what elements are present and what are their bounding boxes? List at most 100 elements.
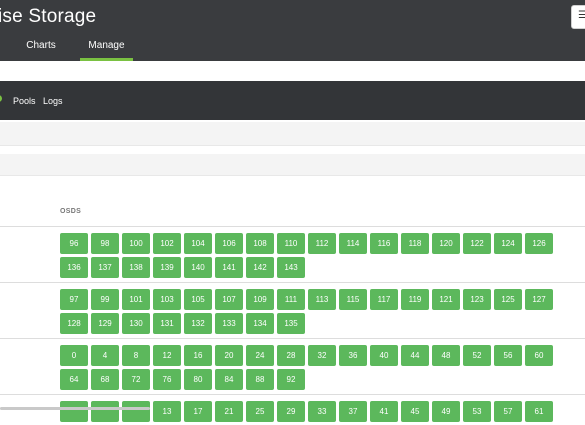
osd-button[interactable]: 36 [339, 345, 367, 366]
osd-button[interactable]: 142 [246, 257, 274, 278]
osd-button[interactable]: 109 [246, 289, 274, 310]
osd-button[interactable]: 118 [401, 233, 429, 254]
osd-button[interactable]: 97 [60, 289, 88, 310]
osd-button[interactable]: 126 [525, 233, 553, 254]
osd-button[interactable]: 114 [339, 233, 367, 254]
tab-manage[interactable]: Manage [80, 40, 133, 58]
osd-button[interactable]: 117 [370, 289, 398, 310]
osd-button[interactable]: 103 [153, 289, 181, 310]
osd-button[interactable]: 32 [308, 345, 336, 366]
top-navbar: ise Storage Charts Manage ☰ [0, 0, 585, 61]
osd-button[interactable]: 129 [91, 313, 119, 334]
osd-button[interactable]: 0 [60, 345, 88, 366]
osd-group: 13 17 21 25 29 33 37 41 45 49 53 57 61 [60, 401, 585, 425]
osd-button[interactable]: 84 [215, 369, 243, 390]
osd-button[interactable]: 136 [60, 257, 88, 278]
osd-button[interactable]: 116 [370, 233, 398, 254]
osd-button[interactable]: 137 [91, 257, 119, 278]
osd-button[interactable]: 133 [215, 313, 243, 334]
osd-button[interactable]: 134 [246, 313, 274, 334]
osd-button[interactable]: 76 [153, 369, 181, 390]
osd-button[interactable]: 127 [525, 289, 553, 310]
osd-button[interactable]: 112 [308, 233, 336, 254]
osd-button[interactable]: 128 [60, 313, 88, 334]
osd-button[interactable]: 132 [184, 313, 212, 334]
osd-button[interactable]: 135 [277, 313, 305, 334]
osd-button[interactable]: 131 [153, 313, 181, 334]
sub-navbar [0, 81, 585, 120]
active-tab-indicator [80, 58, 133, 61]
osd-button[interactable]: 102 [153, 233, 181, 254]
list-icon: ☰ [578, 10, 585, 21]
osd-button[interactable]: 99 [91, 289, 119, 310]
row-divider [0, 226, 585, 227]
osd-button[interactable]: 143 [277, 257, 305, 278]
osd-line: 97 99 101 103 105 107 109 111 113 115 117 119 121 123… [60, 289, 585, 310]
osd-button[interactable]: 106 [215, 233, 243, 254]
tab-charts[interactable]: Charts [20, 40, 62, 58]
menu-button[interactable]: ☰ [571, 5, 585, 29]
osd-button[interactable]: 64 [60, 369, 88, 390]
osd-button[interactable]: 16 [184, 345, 212, 366]
row-divider [0, 338, 585, 339]
osd-button[interactable]: 115 [339, 289, 367, 310]
osd-button[interactable]: 98 [91, 233, 119, 254]
osd-button[interactable]: 107 [215, 289, 243, 310]
subnav-pools[interactable]: Pools [13, 96, 36, 106]
osd-button[interactable]: 44 [401, 345, 429, 366]
osd-button[interactable]: 100 [122, 233, 150, 254]
osd-line: 96 98 100 102 104 106 108 110 112 114 116 118 120 122… [60, 233, 585, 254]
osd-button[interactable]: 72 [122, 369, 150, 390]
osd-button[interactable]: 20 [215, 345, 243, 366]
osd-button[interactable]: 96 [60, 233, 88, 254]
osd-button[interactable]: 108 [246, 233, 274, 254]
osd-button[interactable]: 48 [432, 345, 460, 366]
osd-button[interactable]: 130 [122, 313, 150, 334]
osd-button[interactable]: 124 [494, 233, 522, 254]
osd-button[interactable]: 122 [463, 233, 491, 254]
osd-button[interactable]: 12 [153, 345, 181, 366]
osd-button[interactable]: 8 [122, 345, 150, 366]
osd-button[interactable]: 80 [184, 369, 212, 390]
app-title: ise Storage [0, 6, 97, 27]
osd-button[interactable]: 105 [184, 289, 212, 310]
osd-button[interactable]: 68 [91, 369, 119, 390]
osd-button[interactable]: 119 [401, 289, 429, 310]
osd-button[interactable]: 121 [432, 289, 460, 310]
osd-button[interactable]: 40 [370, 345, 398, 366]
osd-button[interactable]: 101 [122, 289, 150, 310]
row-divider [0, 282, 585, 283]
osd-button[interactable]: 56 [494, 345, 522, 366]
osd-button[interactable]: 123 [463, 289, 491, 310]
osd-button[interactable]: 111 [277, 289, 305, 310]
osd-button[interactable]: 141 [215, 257, 243, 278]
osd-button[interactable]: 24 [246, 345, 274, 366]
subnav-logs[interactable]: Logs [43, 96, 63, 106]
osd-button[interactable]: 110 [277, 233, 305, 254]
osd-line: 136 137 138 139 140 141 142 143 [60, 257, 585, 278]
osd-button[interactable]: 28 [277, 345, 305, 366]
osd-line: 64 68 72 76 80 84 88 92 [60, 369, 585, 390]
row-divider [0, 394, 585, 395]
osd-button[interactable]: 140 [184, 257, 212, 278]
osd-button[interactable]: 88 [246, 369, 274, 390]
osd-button[interactable]: 113 [308, 289, 336, 310]
osd-button[interactable]: 60 [525, 345, 553, 366]
osd-group: 0 4 8 12 16 20 24 28 32 36 40 44 48 52 56 60 64 68 72 76 80 8… [60, 345, 585, 393]
osd-button[interactable]: 125 [494, 289, 522, 310]
horizontal-scrollbar[interactable] [0, 407, 150, 410]
osd-button[interactable]: 120 [432, 233, 460, 254]
osd-group: 97 99 101 103 105 107 109 111 113 115 117 119 121 123… [60, 289, 585, 337]
osd-button[interactable]: 139 [153, 257, 181, 278]
panel-subheader-strip [0, 154, 585, 176]
osd-button[interactable]: 104 [184, 233, 212, 254]
osd-group: 96 98 100 102 104 106 108 110 112 114 116 118 120 122… [60, 233, 585, 281]
osd-button[interactable]: 4 [91, 345, 119, 366]
panel-header-strip [0, 122, 585, 146]
osds-column-header: OSDS [60, 208, 82, 215]
osd-line: 128 129 130 131 132 133 134 135 [60, 313, 585, 334]
osd-button[interactable]: 52 [463, 345, 491, 366]
osd-line: 0 4 8 12 16 20 24 28 32 36 40 44 48 52 56 60 [60, 345, 585, 366]
osd-button[interactable]: 92 [277, 369, 305, 390]
osd-button[interactable]: 138 [122, 257, 150, 278]
